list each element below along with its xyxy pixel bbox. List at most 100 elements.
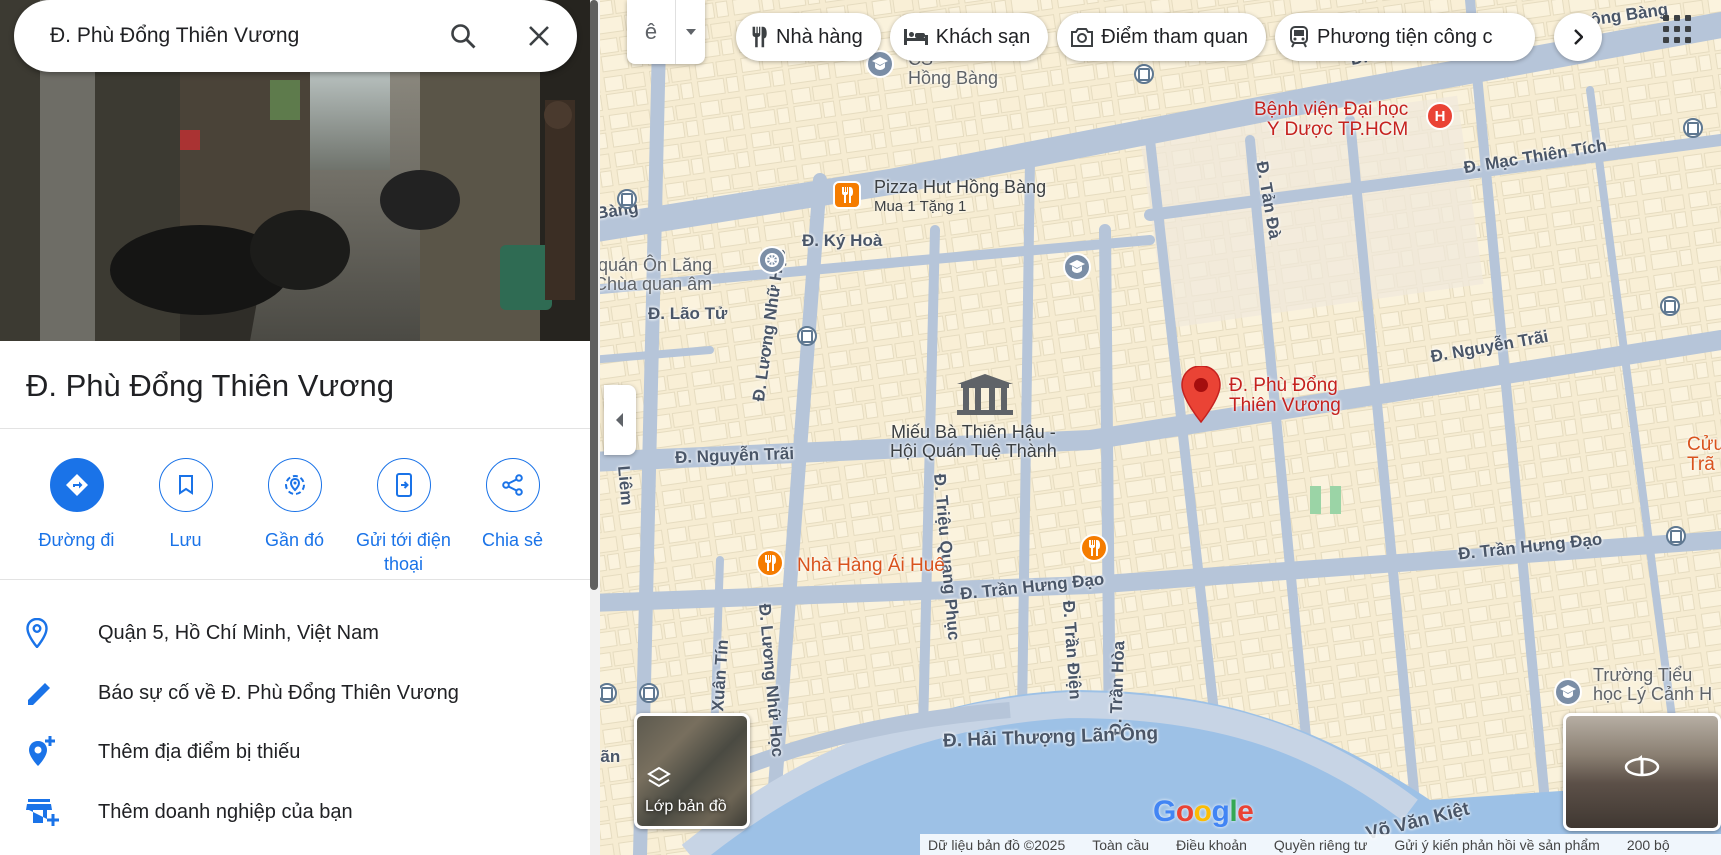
action-label: Gần đó <box>264 530 325 550</box>
chip-label: Nhà hàng <box>776 25 863 48</box>
send-to-phone-button[interactable]: Gửi tới điện thoại <box>349 458 458 576</box>
poi-hospital-label[interactable]: Bệnh viện Đại học Y Dược TP.HCM <box>1254 100 1408 140</box>
bus-stop-icon[interactable] <box>617 189 637 209</box>
share-button[interactable]: Chia sẻ <box>458 458 567 576</box>
info-row-text: Thêm địa điểm bị thiếu <box>98 740 301 763</box>
divider <box>0 428 590 429</box>
poi-cuu-label[interactable]: Cửu Trã <box>1687 435 1721 475</box>
bus-stop-icon[interactable] <box>1660 296 1680 316</box>
poi-pizza-hut-label[interactable]: Pizza Hut Hồng Bàng <box>874 178 1046 197</box>
send-to-phone-icon <box>376 458 431 512</box>
search-box[interactable]: Đ. Phù Đổng Thiên Vương <box>14 0 577 72</box>
poi-pagoda-label[interactable]: i quán Ôn Lăng Chùa quan âm <box>590 256 712 294</box>
edit-pencil-icon <box>28 683 50 705</box>
map-footer: Dữ liệu bản đồ ©2025 Toàn cầu Điều khoản… <box>920 834 1721 855</box>
temple-wheel-icon[interactable] <box>758 246 786 274</box>
poi-pizza-hut-sub: Mua 1 Tặng 1 <box>874 198 967 215</box>
category-chips: Nhà hàng Khách sạn Điểm tham quan Phương… <box>736 13 1536 61</box>
info-row-add-business[interactable]: Thêm doanh nghiệp của bạn <box>0 783 590 841</box>
chevron-left-icon <box>616 413 623 427</box>
chip-label: Điểm tham quan <box>1101 25 1249 48</box>
school-marker-icon[interactable] <box>1063 253 1091 281</box>
poi-school-label[interactable]: Trường Tiểu học Lý Cảnh H <box>1593 666 1712 704</box>
google-maps-app: Đ. Hồng Bàng Đ. Mạc Thiên Tích Đ. Ký Hoà… <box>0 0 1721 855</box>
footer-scale[interactable]: 200 bộ <box>1627 837 1670 853</box>
bus-stop-icon[interactable] <box>1683 118 1703 138</box>
restaurant-marker-icon[interactable] <box>756 549 784 577</box>
search-icon <box>451 24 476 49</box>
info-row-report[interactable]: Báo sự cố về Đ. Phù Đổng Thiên Vương <box>0 664 590 722</box>
rotate-360-icon <box>1624 755 1660 777</box>
action-label: Lưu <box>169 530 202 550</box>
chip-transit[interactable]: Phương tiện công c <box>1275 13 1536 61</box>
footer-privacy-link[interactable]: Quyền riêng tư <box>1274 837 1367 853</box>
action-label: Chia sẻ <box>481 530 544 550</box>
divider <box>0 579 590 580</box>
chips-next-button[interactable] <box>1554 13 1602 61</box>
info-row-text: Quận 5, Hồ Chí Minh, Việt Nam <box>98 621 379 644</box>
bus-stop-icon[interactable] <box>797 326 817 346</box>
chip-attractions[interactable]: Điểm tham quan <box>1057 13 1267 61</box>
clear-search-button[interactable] <box>501 0 577 72</box>
collapse-panel-button[interactable] <box>604 385 636 455</box>
camera-icon <box>1071 28 1094 47</box>
restaurant-marker-icon[interactable] <box>833 181 861 209</box>
poi-restaurant-label[interactable]: Nhà Hàng Ái Huê <box>797 556 945 576</box>
school-marker-icon[interactable] <box>1554 678 1582 706</box>
chip-label: Phương tiện công c <box>1317 25 1493 48</box>
directions-button[interactable]: Đường đi <box>22 458 131 576</box>
nearby-icon <box>267 458 322 512</box>
street-label: Đ. Lão Tử <box>648 304 728 323</box>
poi-pin-label[interactable]: Đ. Phù Đổng Thiên Vương <box>1229 376 1341 416</box>
input-tool-glyph: ê <box>644 19 658 44</box>
map-canvas[interactable]: Đ. Hồng Bàng Đ. Mạc Thiên Tích Đ. Ký Hoà… <box>590 0 1721 855</box>
save-button[interactable]: Lưu <box>131 458 240 576</box>
street-label: Đ. Trần Hòa <box>1106 640 1129 736</box>
info-row-address[interactable]: Quận 5, Hồ Chí Minh, Việt Nam <box>0 604 590 662</box>
info-row-text: Thêm doanh nghiệp của bạn <box>98 800 353 823</box>
place-title: Đ. Phù Đổng Thiên Vương <box>26 368 394 403</box>
bus-stop-icon[interactable] <box>1666 526 1686 546</box>
street-label: Đ. Ký Hoà <box>802 231 883 250</box>
add-location-icon <box>29 736 55 766</box>
bus-stop-icon[interactable] <box>639 683 659 703</box>
place-actions: Đường đi Lưu Gần đó Gửi tới điện thoại C… <box>22 458 567 576</box>
location-pin-marker-icon[interactable] <box>1181 365 1221 429</box>
directions-icon <box>49 458 104 512</box>
street-view-button[interactable] <box>1563 713 1721 831</box>
google-apps-icon[interactable] <box>1662 14 1692 44</box>
layers-label: Lớp bản đồ <box>645 798 727 815</box>
search-input[interactable]: Đ. Phù Đổng Thiên Vương <box>50 24 425 48</box>
temple-building-icon[interactable] <box>953 372 1017 421</box>
restaurant-icon <box>752 26 767 48</box>
google-logo: Google <box>1153 795 1254 828</box>
footer-map-data: Dữ liệu bản đồ ©2025 <box>928 836 1066 853</box>
chevron-right-icon <box>1574 29 1583 45</box>
chip-hotels[interactable]: Khách sạn <box>889 13 1049 61</box>
input-tool-dropdown-icon[interactable] <box>675 0 705 64</box>
poi-temple-label[interactable]: Miếu Bà Thiên Hậu - Hội Quán Tuệ Thành <box>890 423 1057 461</box>
input-tools-button[interactable]: ê <box>627 0 705 64</box>
nearby-button[interactable]: Gần đó <box>240 458 349 576</box>
transit-icon <box>1290 26 1309 48</box>
place-panel: Đ. Phù Đổng Thiên Vương Đ. Phù Đổng Thiê… <box>0 0 590 855</box>
footer-terms-link[interactable]: Điều khoản <box>1176 837 1247 853</box>
restaurant-marker-icon[interactable] <box>1080 534 1108 562</box>
hospital-marker-icon[interactable]: H <box>1426 102 1454 130</box>
search-button[interactable] <box>425 0 501 72</box>
info-row-text: Báo sự cố về Đ. Phù Đổng Thiên Vương <box>98 681 459 704</box>
chip-restaurants[interactable]: Nhà hàng <box>736 13 881 61</box>
bookmark-icon <box>158 458 213 512</box>
add-business-icon <box>26 799 59 826</box>
panel-scrollbar[interactable] <box>590 0 598 590</box>
chip-label: Khách sạn <box>935 25 1031 48</box>
layers-icon <box>647 766 671 788</box>
street-label: Liêm <box>614 464 637 507</box>
location-pin-icon <box>26 618 48 648</box>
map-layers-button[interactable]: Lớp bản đồ <box>634 713 750 829</box>
info-row-add-place[interactable]: Thêm địa điểm bị thiếu <box>0 723 590 781</box>
bus-stop-icon[interactable] <box>1134 64 1154 84</box>
footer-feedback-link[interactable]: Gửi ý kiến phản hồi về sản phẩm <box>1394 837 1600 853</box>
bus-stop-icon[interactable] <box>597 683 617 703</box>
footer-global-link[interactable]: Toàn cầu <box>1092 837 1149 853</box>
